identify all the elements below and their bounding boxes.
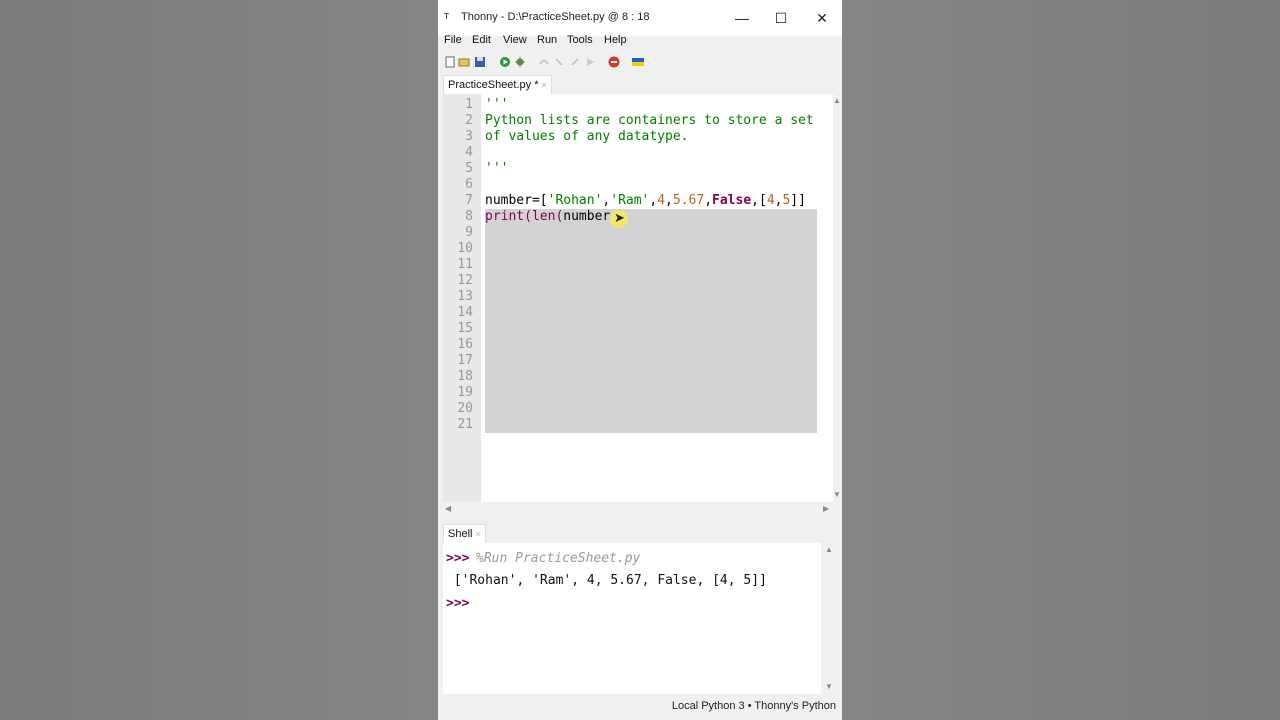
code-token: number (563, 209, 611, 224)
tab-shell[interactable]: Shell × (443, 524, 486, 543)
ukraine-flag-icon[interactable] (632, 55, 644, 67)
editor-vertical-scrollbar[interactable]: ▲ ▼ (833, 94, 841, 502)
line-number: 1 (465, 97, 473, 112)
background-left (0, 0, 438, 720)
interpreter-status[interactable]: Local Python 3 • Thonny's Python (672, 700, 836, 712)
code-line-7: number=['Rohan','Ram',4,5.67,False,[4,5]… (485, 193, 806, 208)
menu-file[interactable]: File (444, 34, 462, 46)
background-right (842, 0, 1280, 720)
line-number: 5 (465, 161, 473, 176)
line-number: 13 (457, 289, 473, 304)
step-into-icon[interactable] (553, 55, 565, 67)
thonny-window: ᵀ Thonny - D:\PracticeSheet.py @ 8 : 18 … (438, 0, 842, 720)
save-icon[interactable] (474, 55, 486, 67)
scroll-right-icon[interactable]: ▶ (823, 504, 829, 513)
scroll-left-icon[interactable]: ◀ (445, 504, 451, 513)
code-string: 'Ram' (610, 193, 650, 208)
code-number: 5.67 (672, 193, 705, 208)
debug-icon[interactable] (514, 55, 526, 67)
open-file-icon[interactable] (458, 55, 470, 67)
code-string: 'Rohan' (547, 193, 603, 208)
menu-view[interactable]: View (503, 34, 527, 46)
line-number: 14 (457, 305, 473, 320)
selection-highlight (485, 209, 817, 433)
line-number: 18 (457, 369, 473, 384)
line-number: 21 (457, 417, 473, 432)
toolbar (438, 52, 842, 70)
mouse-pointer-icon: ➤ (614, 210, 625, 225)
editor-tab-bar: PracticeSheet.py * × (443, 75, 838, 94)
code-line-3: of values of any datatype. (485, 129, 689, 144)
line-number: 11 (457, 257, 473, 272)
menu-edit[interactable]: Edit (472, 34, 491, 46)
minimize-button[interactable]: — (722, 6, 762, 30)
menu-help[interactable]: Help (604, 34, 627, 46)
line-number: 16 (457, 337, 473, 352)
code-number: 4 (657, 193, 666, 208)
line-number: 7 (465, 193, 473, 208)
close-button[interactable]: ✕ (802, 6, 842, 30)
window-title: Thonny - D:\PracticeSheet.py @ 8 : 18 (461, 11, 650, 23)
code-builtin: len( (531, 209, 564, 224)
code-token: number=[ (485, 193, 548, 208)
shell-prompt: >>> (446, 596, 470, 611)
scroll-down-icon[interactable]: ▼ (825, 682, 833, 691)
line-number: 3 (465, 129, 473, 144)
thonny-icon: ᵀ (444, 11, 450, 25)
shell-output: ['Rohan', 'Ram', 4, 5.67, False, [4, 5]] (446, 573, 767, 588)
line-number: 4 (465, 145, 473, 160)
scroll-up-icon[interactable]: ▲ (833, 96, 841, 105)
code-token: ]] (790, 193, 806, 208)
menu-bar: File Edit View Run Tools Help (438, 31, 842, 51)
code-token: , (665, 193, 673, 208)
line-number: 6 (465, 177, 473, 192)
shell-tab-close-icon[interactable]: × (475, 529, 480, 539)
line-number: 2 (465, 113, 473, 128)
code-line-8: print(len(number (485, 209, 610, 224)
code-number: 4 (766, 193, 775, 208)
code-builtin: print( (485, 209, 532, 224)
editor-horizontal-scrollbar[interactable]: ◀ ▶ (443, 502, 833, 516)
scroll-up-icon[interactable]: ▲ (825, 545, 833, 554)
shell-run-command: %Run PracticeSheet.py (476, 551, 641, 566)
tab-close-icon[interactable]: × (542, 80, 547, 90)
line-number: 17 (457, 353, 473, 368)
step-over-icon[interactable] (538, 55, 550, 67)
maximize-button[interactable]: ☐ (761, 6, 801, 30)
line-number: 15 (457, 321, 473, 336)
line-number: 12 (457, 273, 473, 288)
code-keyword: False (712, 193, 752, 208)
code-editor[interactable]: 1 2 3 4 5 6 7 8 9 10 11 12 13 14 15 16 1… (443, 94, 833, 502)
tab-practicesheet[interactable]: PracticeSheet.py * × (443, 75, 552, 94)
status-bar: Local Python 3 • Thonny's Python (438, 696, 842, 720)
code-line-2: Python lists are containers to store a s… (485, 113, 814, 128)
line-number: 19 (457, 385, 473, 400)
line-number: 8 (465, 209, 473, 224)
shell-vertical-scrollbar[interactable]: ▲ ▼ (821, 543, 841, 694)
resume-icon[interactable] (584, 55, 596, 67)
line-number: 10 (457, 241, 473, 256)
new-file-icon[interactable] (444, 55, 456, 68)
stop-icon[interactable] (608, 55, 620, 68)
code-line-1: ''' (485, 97, 509, 112)
code-token: , (704, 193, 713, 208)
line-number: 9 (465, 225, 473, 240)
run-icon[interactable] (499, 55, 511, 67)
shell-tab-label: Shell (448, 528, 473, 540)
line-number: 20 (457, 401, 473, 416)
tab-label: PracticeSheet.py * (448, 79, 539, 91)
line-number-gutter: 1 2 3 4 5 6 7 8 9 10 11 12 13 14 15 16 1… (443, 94, 481, 502)
shell-panel[interactable]: >>> %Run PracticeSheet.py ['Rohan', 'Ram… (443, 543, 821, 694)
menu-run[interactable]: Run (537, 34, 557, 46)
code-token: ,[ (751, 193, 767, 208)
code-line-5: ''' (485, 161, 509, 176)
menu-tools[interactable]: Tools (567, 34, 593, 46)
scroll-down-icon[interactable]: ▼ (833, 490, 841, 499)
step-out-icon[interactable] (569, 55, 581, 67)
shell-prompt: >>> (446, 551, 470, 566)
